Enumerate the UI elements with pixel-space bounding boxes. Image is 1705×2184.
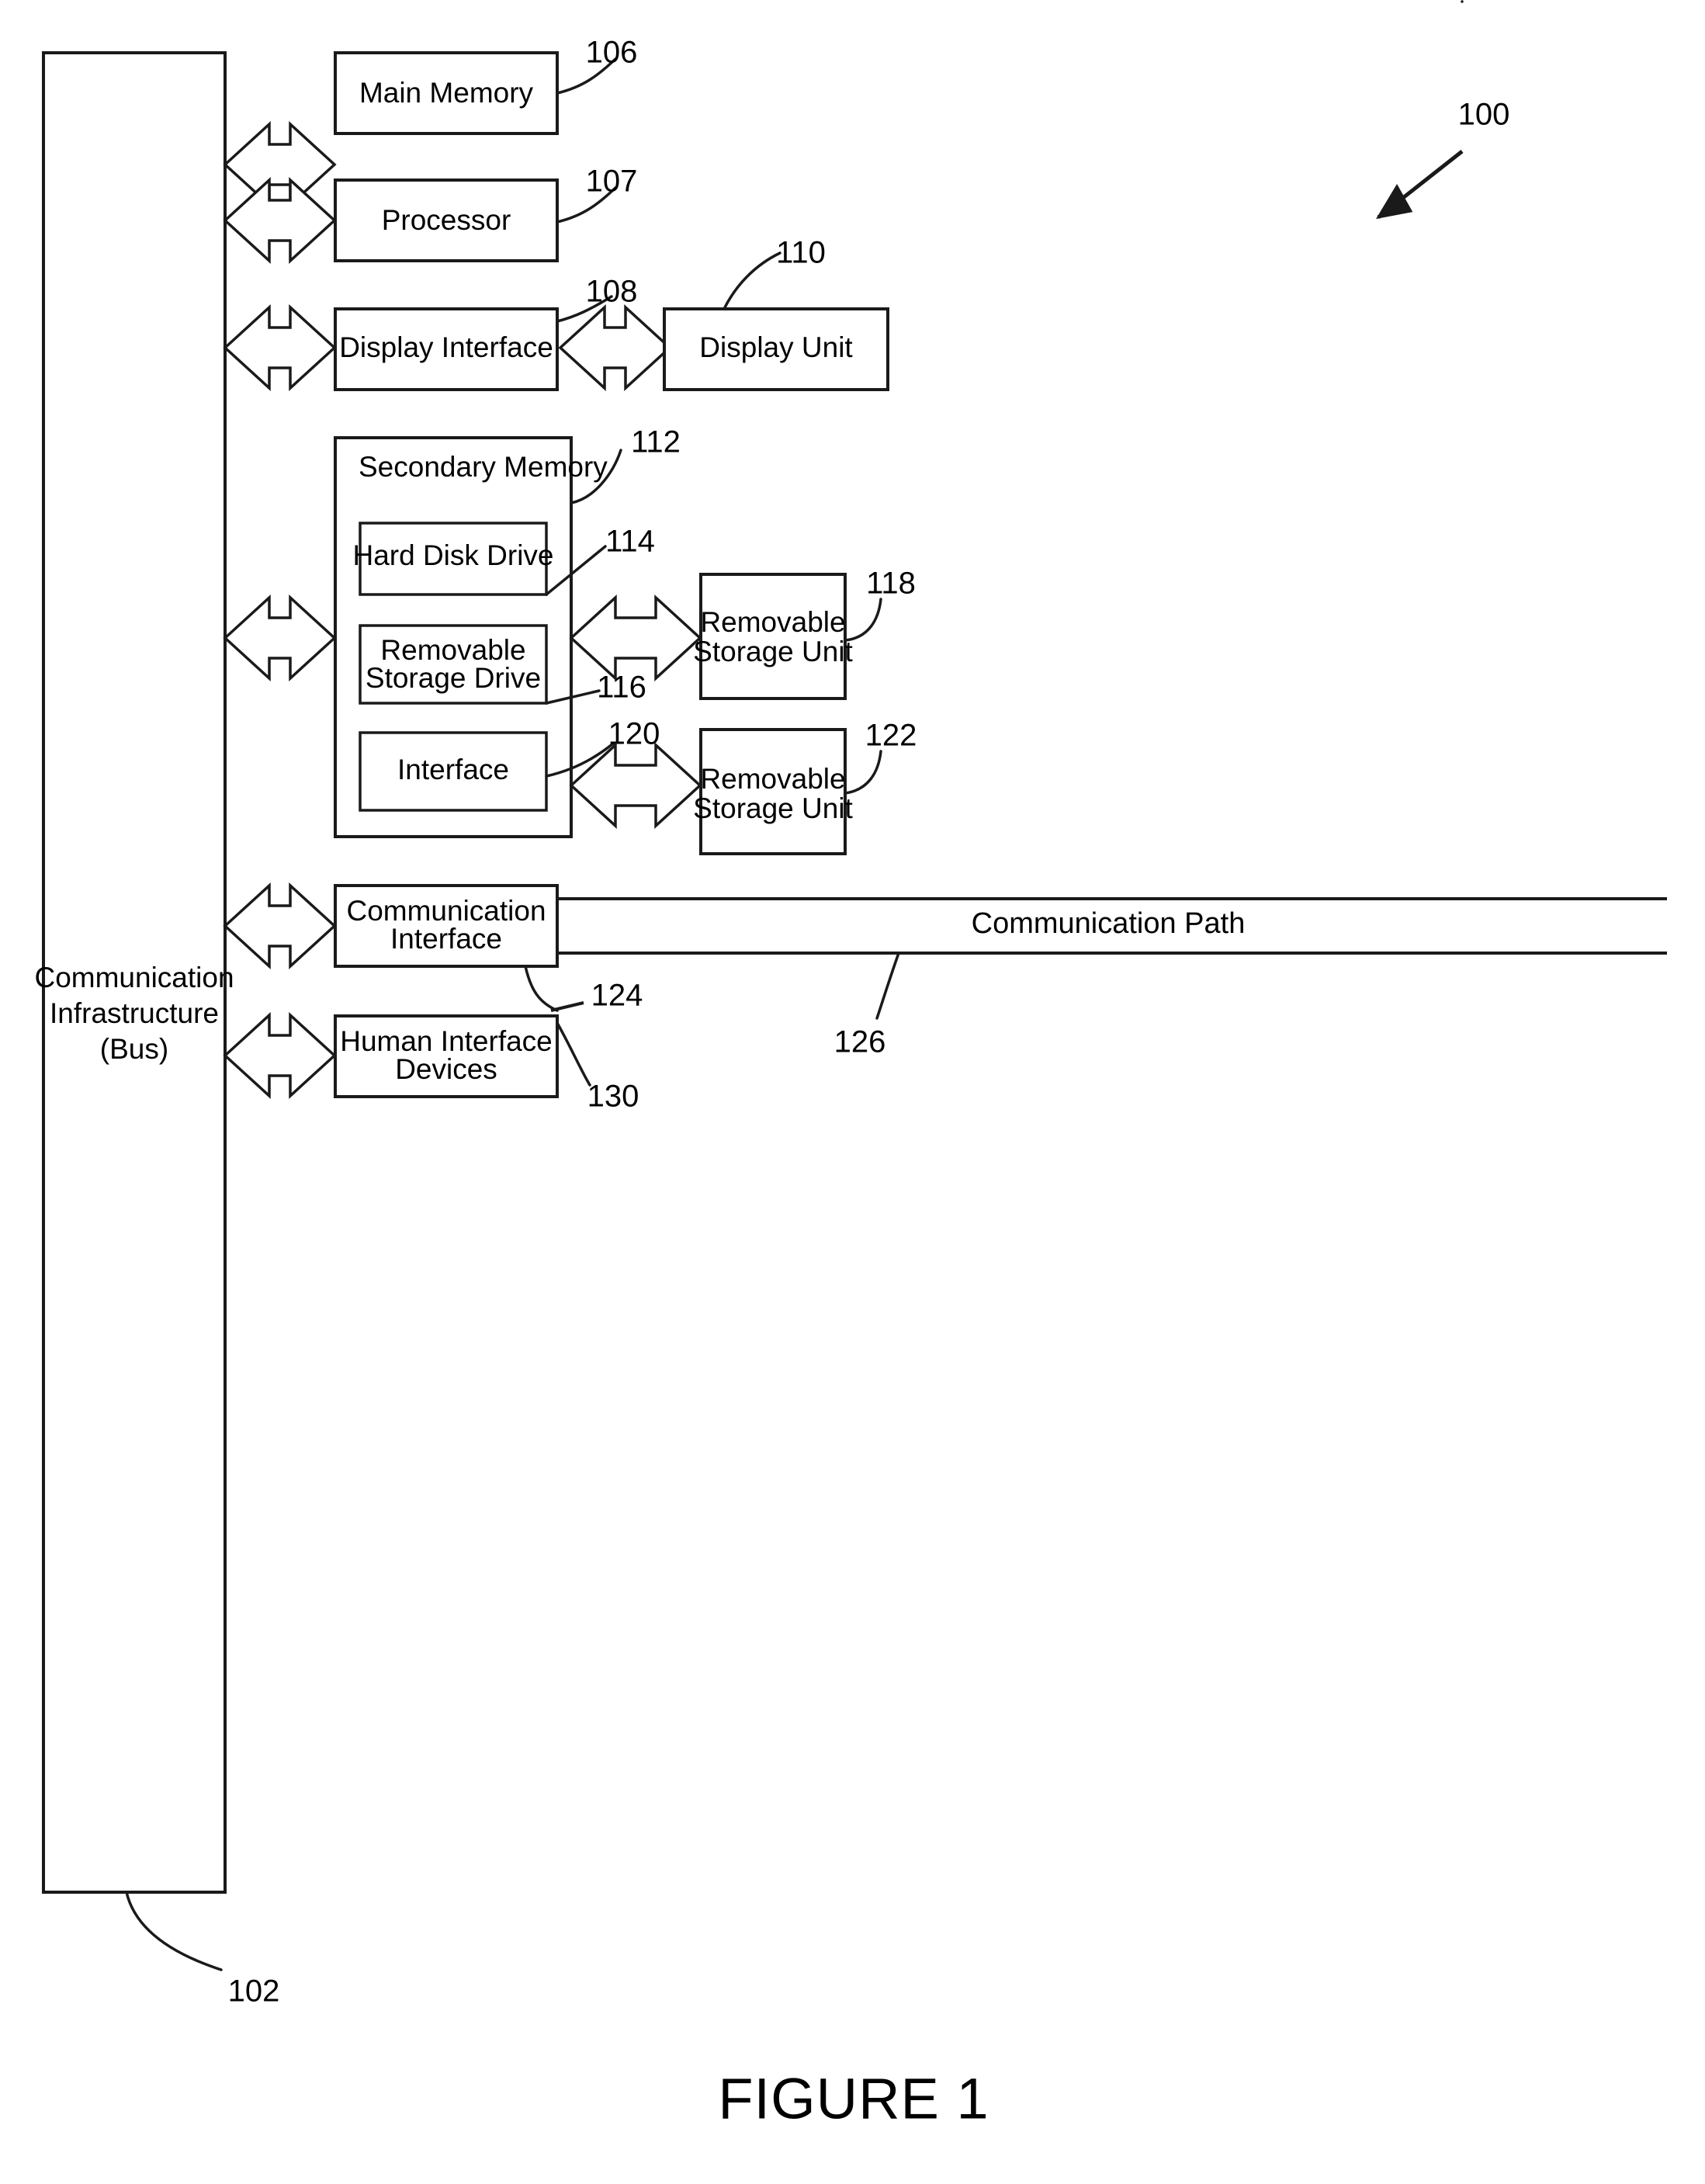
ref-number-124: 124 bbox=[591, 979, 643, 1013]
display-unit-label: Display Unit bbox=[699, 331, 853, 363]
human-interface-devices-label-line1: Human Interface bbox=[340, 1025, 553, 1057]
connector-drive-to-removable-storage-unit-1 bbox=[569, 595, 702, 681]
connector-bus-to-main-memory bbox=[223, 121, 337, 208]
leader-line-122 bbox=[844, 750, 882, 795]
human-interface-devices-label-line2: Devices bbox=[395, 1053, 497, 1085]
leader-line-102 bbox=[125, 1891, 223, 1971]
removable-storage-unit-2-label-line1: Removable bbox=[700, 763, 845, 795]
ref-number-107: 107 bbox=[586, 165, 638, 199]
communication-infrastructure-label-line2: Infrastructure bbox=[50, 997, 219, 1029]
communication-infrastructure-label-line3: (Bus) bbox=[100, 1033, 168, 1065]
ref-number-106: 106 bbox=[586, 36, 638, 70]
removable-storage-drive-label-line1: Removable bbox=[380, 634, 525, 666]
main-memory-label: Main Memory bbox=[359, 77, 534, 109]
connector-bus-to-processor bbox=[223, 177, 337, 264]
removable-storage-unit-2-label-line2: Storage Unit bbox=[693, 792, 853, 824]
processor-label: Processor bbox=[382, 204, 511, 236]
removable-storage-unit-1-label-line2: Storage Unit bbox=[693, 636, 853, 667]
leader-line-130 bbox=[556, 1021, 591, 1087]
ref-number-122: 122 bbox=[865, 719, 917, 753]
connector-display-interface-to-display-unit bbox=[558, 304, 672, 391]
leader-line-118 bbox=[844, 598, 882, 642]
ref-number-100: 100 bbox=[1458, 98, 1510, 132]
ref-number-110: 110 bbox=[776, 236, 826, 270]
connector-bus-to-secondary-memory bbox=[223, 595, 337, 681]
removable-storage-drive-label-line2: Storage Drive bbox=[366, 662, 541, 694]
interface-label: Interface bbox=[397, 754, 509, 785]
leader-line-110 bbox=[723, 251, 781, 310]
display-interface-label: Display Interface bbox=[339, 331, 553, 363]
leader-line-124 bbox=[524, 965, 559, 1012]
communication-path-label: Communication Path bbox=[972, 907, 1246, 940]
figure-caption: FIGURE 1 bbox=[718, 2067, 989, 2131]
ref-number-130: 130 bbox=[587, 1080, 639, 1114]
system-reference-100-arrow bbox=[1375, 0, 1464, 220]
ref-number-108: 108 bbox=[586, 275, 638, 309]
hard-disk-drive-label: Hard Disk Drive bbox=[352, 539, 553, 571]
connector-bus-to-display-interface bbox=[223, 304, 337, 391]
ref-number-116: 116 bbox=[597, 671, 646, 705]
communication-interface-label-line2: Interface bbox=[390, 923, 502, 955]
ref-number-114: 114 bbox=[605, 525, 655, 559]
figure-canvas: Communication Infrastructure (Bus) 102 1… bbox=[34, 0, 1667, 2131]
ref-number-118: 118 bbox=[866, 567, 916, 601]
communication-interface-label-line1: Communication bbox=[346, 895, 546, 927]
leader-line-126 bbox=[875, 952, 900, 1020]
ref-number-126: 126 bbox=[834, 1025, 886, 1059]
patent-figure-1: Communication Infrastructure (Bus) 102 1… bbox=[0, 0, 1705, 2184]
ref-number-102: 102 bbox=[228, 1974, 280, 2009]
removable-storage-unit-1-label-line1: Removable bbox=[700, 606, 845, 638]
communication-infrastructure-label-line1: Communication bbox=[34, 962, 234, 993]
secondary-memory-label: Secondary Memory bbox=[359, 451, 608, 483]
connector-bus-to-human-interface-devices bbox=[223, 1012, 337, 1099]
connector-interface-to-removable-storage-unit-2 bbox=[569, 742, 702, 829]
connector-bus-to-communication-interface bbox=[223, 882, 337, 969]
ref-number-112: 112 bbox=[631, 425, 681, 459]
